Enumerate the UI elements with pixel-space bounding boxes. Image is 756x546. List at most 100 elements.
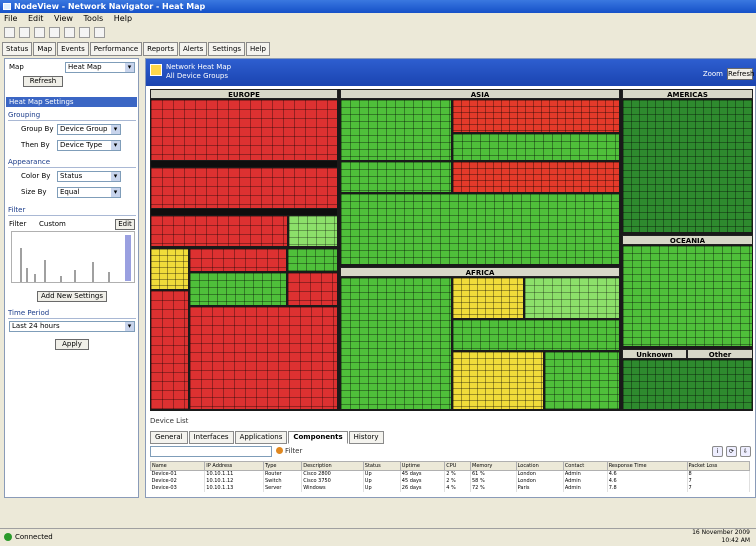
left-pane: Map Heat Map Refresh Heat Map Settings G… bbox=[4, 58, 139, 498]
table-row[interactable]: Device-03 10.10.1.13 Server Windows Up 2… bbox=[150, 485, 750, 492]
column-header[interactable]: Contact bbox=[562, 461, 608, 471]
tab-applications[interactable]: Applications bbox=[234, 431, 288, 444]
menu-tools[interactable]: Tools bbox=[84, 14, 104, 23]
export-icon[interactable]: ⇩ bbox=[740, 446, 751, 457]
device-cell-group[interactable] bbox=[453, 320, 619, 350]
column-header[interactable]: Uptime bbox=[399, 461, 446, 471]
table-row[interactable]: Device-01 10.10.1.11 Router Cisco 2800 U… bbox=[150, 470, 750, 478]
tab-general[interactable]: General bbox=[150, 431, 188, 444]
settings-section-title[interactable]: Heat Map Settings bbox=[6, 97, 137, 107]
zoom-out-icon[interactable] bbox=[94, 27, 105, 38]
new-icon[interactable] bbox=[4, 27, 15, 38]
device-cell-group[interactable] bbox=[151, 291, 188, 409]
table-cell: 7 bbox=[687, 485, 750, 492]
column-header[interactable]: Status bbox=[362, 461, 401, 471]
device-cell-group[interactable] bbox=[289, 216, 337, 246]
tab-alerts[interactable]: Alerts bbox=[179, 42, 208, 56]
device-cell-group[interactable] bbox=[453, 134, 619, 160]
device-cell-group[interactable] bbox=[190, 249, 286, 271]
details-filter-link[interactable]: Filter bbox=[276, 446, 302, 457]
tab-help[interactable]: Help bbox=[246, 42, 271, 56]
app-icon bbox=[3, 3, 11, 10]
column-header[interactable]: IP Address bbox=[204, 461, 264, 471]
refresh-icon[interactable]: ⟳ bbox=[726, 446, 737, 457]
device-cell-group[interactable] bbox=[623, 246, 752, 346]
menu-edit[interactable]: Edit bbox=[28, 14, 44, 23]
refresh-icon[interactable] bbox=[49, 27, 60, 38]
info-icon[interactable]: i bbox=[712, 446, 723, 457]
tab-map[interactable]: Map bbox=[33, 42, 57, 56]
histogram-bar bbox=[20, 248, 22, 282]
device-cell-group[interactable] bbox=[190, 307, 337, 409]
heatmap-refresh-button[interactable]: Refresh bbox=[727, 68, 754, 80]
menu-help[interactable]: Help bbox=[114, 14, 132, 23]
group-header[interactable]: Other bbox=[687, 349, 753, 359]
table-cell: 4 % bbox=[444, 485, 471, 492]
device-cell-group[interactable] bbox=[545, 352, 619, 409]
device-cell-group[interactable] bbox=[453, 352, 543, 409]
column-header[interactable]: CPU bbox=[444, 461, 471, 471]
details-panel: Device List General Interfaces Applicati… bbox=[149, 417, 753, 495]
device-cell-group[interactable] bbox=[151, 100, 337, 160]
tab-status[interactable]: Status bbox=[2, 42, 33, 56]
tab-events[interactable]: Events bbox=[57, 42, 89, 56]
apply-button[interactable]: Apply bbox=[55, 339, 89, 350]
device-cell-group[interactable] bbox=[623, 100, 752, 232]
time-period-select[interactable]: Last 24 hours bbox=[9, 321, 135, 332]
menu-file[interactable]: File bbox=[4, 14, 17, 23]
column-header[interactable]: Memory bbox=[470, 461, 517, 471]
map-select[interactable]: Heat Map bbox=[65, 62, 135, 73]
color-by-select[interactable]: Status bbox=[57, 171, 121, 182]
range-slider[interactable] bbox=[125, 235, 131, 281]
device-cell-group[interactable] bbox=[341, 278, 451, 409]
add-settings-button[interactable]: Add New Settings bbox=[37, 291, 107, 302]
group-header[interactable]: ASIA bbox=[340, 89, 620, 99]
group-header[interactable]: AFRICA bbox=[340, 267, 620, 277]
device-cell-group[interactable] bbox=[341, 162, 451, 192]
device-cell-group[interactable] bbox=[341, 100, 451, 160]
filter-icon[interactable] bbox=[64, 27, 75, 38]
device-cell-group[interactable] bbox=[288, 249, 337, 271]
column-header[interactable]: Name bbox=[149, 461, 206, 471]
print-icon[interactable] bbox=[34, 27, 45, 38]
details-search-input[interactable] bbox=[150, 446, 272, 457]
group-header[interactable]: OCEANIA bbox=[622, 235, 753, 245]
save-icon[interactable] bbox=[19, 27, 30, 38]
table-row[interactable]: Device-02 10.10.1.12 Switch Cisco 3750 U… bbox=[150, 478, 750, 485]
column-header[interactable]: Location bbox=[515, 461, 564, 471]
edit-filter-button[interactable]: Edit bbox=[115, 219, 135, 230]
device-cell-group[interactable] bbox=[525, 278, 619, 318]
tab-components[interactable]: Components bbox=[288, 431, 348, 444]
group-by-select[interactable]: Device Group bbox=[57, 124, 121, 135]
device-cell-group[interactable] bbox=[453, 162, 619, 192]
column-header[interactable]: Description bbox=[301, 461, 364, 471]
device-cell-group[interactable] bbox=[623, 360, 752, 409]
then-by-select[interactable]: Device Type bbox=[57, 140, 121, 151]
group-header[interactable]: Unknown bbox=[622, 349, 687, 359]
tab-history[interactable]: History bbox=[348, 431, 384, 444]
column-header[interactable]: Response Time bbox=[606, 461, 688, 471]
device-cell-group[interactable] bbox=[288, 273, 337, 305]
column-header[interactable]: Type bbox=[262, 461, 303, 471]
tab-interfaces[interactable]: Interfaces bbox=[188, 431, 234, 444]
device-cell-group[interactable] bbox=[151, 249, 188, 289]
tab-settings[interactable]: Settings bbox=[208, 42, 246, 56]
device-cell-group[interactable] bbox=[453, 100, 619, 132]
heatmap-subtitle: All Device Groups bbox=[166, 72, 229, 80]
refresh-button[interactable]: Refresh bbox=[23, 76, 63, 87]
device-cell-group[interactable] bbox=[151, 216, 287, 246]
menu-view[interactable]: View bbox=[54, 14, 73, 23]
group-header[interactable]: AMERICAS bbox=[622, 89, 753, 99]
zoom-in-icon[interactable] bbox=[79, 27, 90, 38]
device-cell-group[interactable] bbox=[453, 278, 523, 318]
tab-reports[interactable]: Reports bbox=[143, 42, 179, 56]
device-cell-group[interactable] bbox=[341, 194, 619, 264]
histogram-bar bbox=[74, 270, 76, 282]
device-cell-group[interactable] bbox=[190, 273, 286, 305]
device-cell-group[interactable] bbox=[151, 168, 337, 208]
column-header[interactable]: Packet Loss bbox=[686, 461, 750, 471]
size-by-select[interactable]: Equal bbox=[57, 187, 121, 198]
group-header[interactable]: EUROPE bbox=[150, 89, 338, 99]
tab-performance[interactable]: Performance bbox=[89, 42, 143, 56]
table-cell: 7.8 bbox=[607, 485, 688, 492]
